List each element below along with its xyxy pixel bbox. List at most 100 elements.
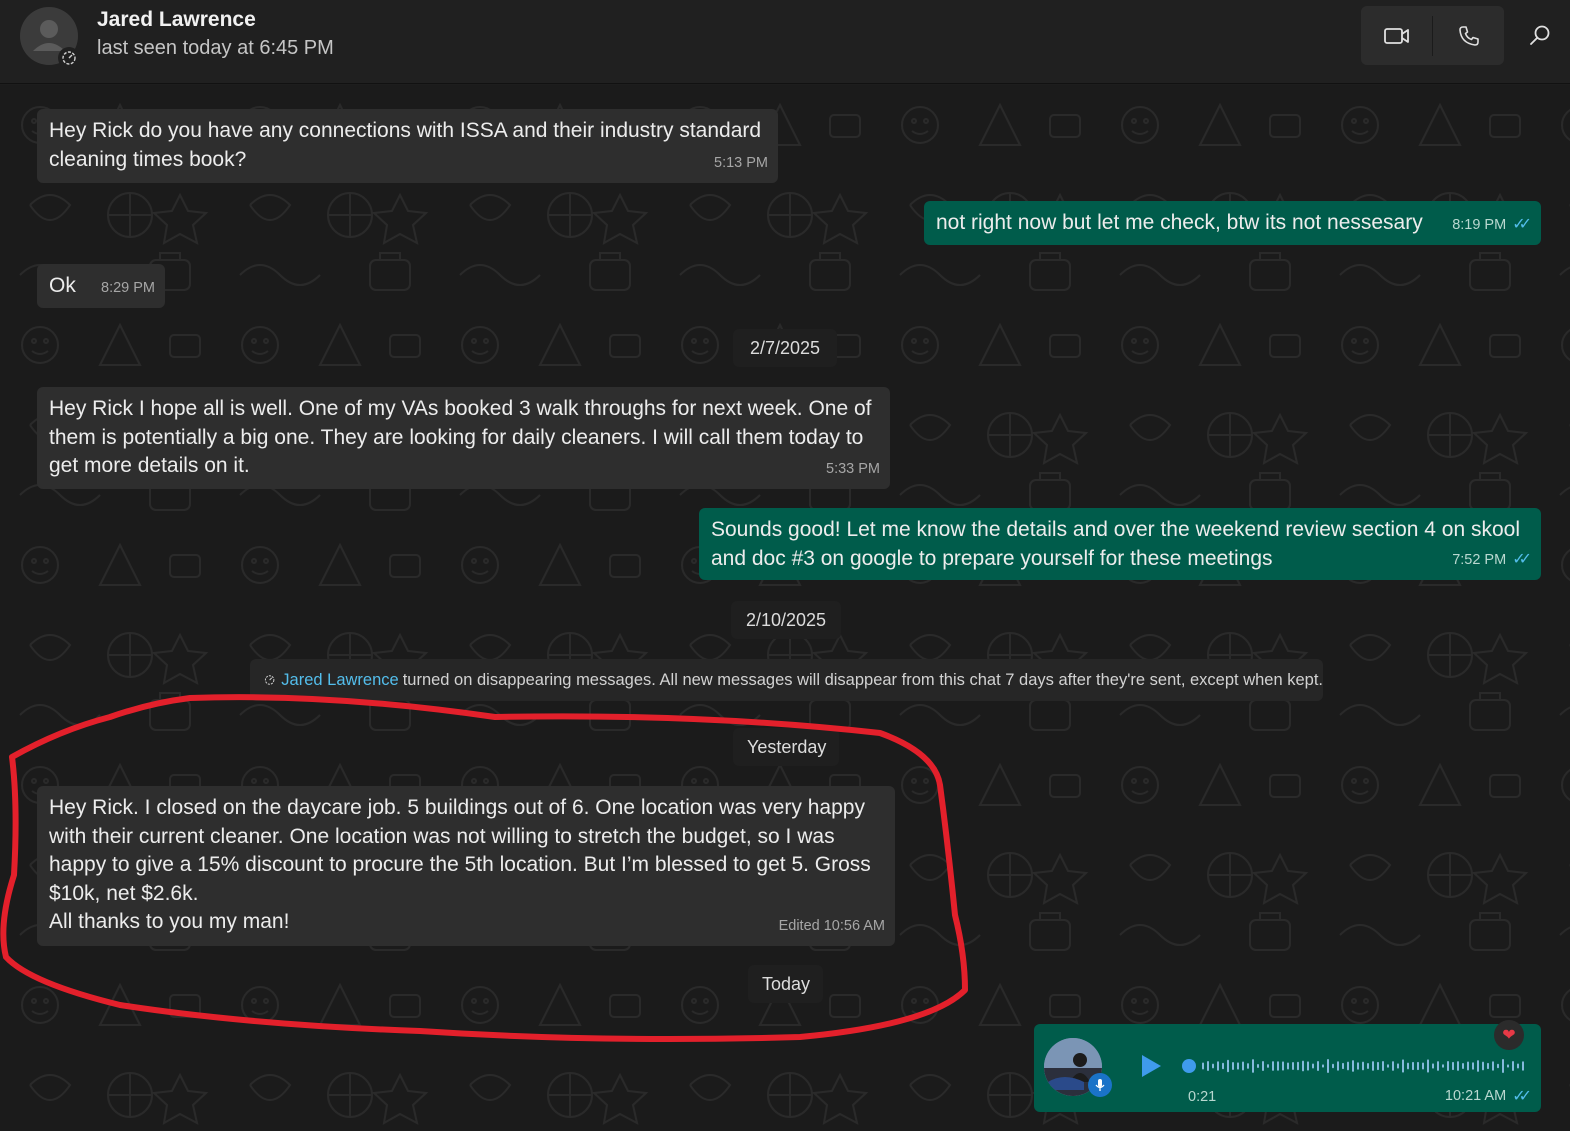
disappearing-timer-icon xyxy=(58,47,80,69)
waveform-bar xyxy=(1392,1061,1394,1071)
message-text-line: $10k, net $2.6k. xyxy=(49,881,199,905)
message-bubble-incoming[interactable]: Hey Rick do you have any connections wit… xyxy=(37,109,778,183)
waveform-bar xyxy=(1342,1062,1344,1070)
message-time: 5:33 PM xyxy=(826,460,880,477)
video-camera-icon xyxy=(1383,27,1409,44)
search-button[interactable] xyxy=(1524,20,1556,52)
waveform-bar xyxy=(1232,1062,1234,1070)
waveform-bar xyxy=(1492,1061,1494,1071)
message-time: 8:29 PM xyxy=(101,279,155,296)
waveform-bar xyxy=(1202,1062,1204,1070)
read-receipt-icon: ✓✓ xyxy=(1512,1088,1532,1105)
contact-name-link[interactable]: Jared Lawrence xyxy=(281,671,398,690)
message-bubble-incoming[interactable]: Hey Rick I hope all is well. One of my V… xyxy=(37,387,890,489)
waveform-bar xyxy=(1292,1061,1294,1071)
waveform-bar xyxy=(1332,1063,1334,1069)
waveform-bar xyxy=(1252,1059,1254,1073)
waveform-bar xyxy=(1467,1061,1469,1071)
disappearing-timer-icon xyxy=(264,675,275,685)
waveform-bar xyxy=(1282,1061,1284,1071)
waveform-bar xyxy=(1497,1063,1499,1069)
heart-reaction-icon[interactable]: ❤ xyxy=(1494,1020,1524,1050)
waveform-bar xyxy=(1362,1061,1364,1071)
waveform-bar xyxy=(1307,1061,1309,1071)
waveform-bar xyxy=(1397,1063,1399,1069)
waveform-bar xyxy=(1237,1062,1239,1070)
waveform-bar xyxy=(1462,1063,1464,1069)
date-separator: 2/10/2025 xyxy=(731,601,841,639)
message-text-line: Hey Rick. I closed on the daycare job. 5… xyxy=(49,796,865,819)
chat-header: Jared Lawrence last seen today at 6:45 P… xyxy=(0,0,1570,84)
message-text-line: cleaning times book? xyxy=(49,147,247,171)
disappearing-messages-notice: Jared Lawrence turned on disappearing me… xyxy=(250,659,1323,701)
message-bubble-outgoing[interactable]: Sounds good! Let me know the details and… xyxy=(699,508,1541,580)
waveform-bar xyxy=(1227,1059,1229,1073)
search-icon xyxy=(1530,25,1550,45)
waveform-bar xyxy=(1372,1061,1374,1071)
contact-avatar[interactable] xyxy=(20,7,80,69)
contact-name[interactable]: Jared Lawrence xyxy=(97,8,256,32)
waveform-bar xyxy=(1507,1064,1509,1068)
contact-status: last seen today at 6:45 PM xyxy=(97,37,334,59)
call-button-group xyxy=(1361,6,1504,65)
audio-waveform[interactable] xyxy=(1180,1048,1530,1084)
message-bubble-incoming[interactable]: Hey Rick. I closed on the daycare job. 5… xyxy=(37,786,895,946)
waveform-bar xyxy=(1387,1064,1389,1068)
waveform-bar xyxy=(1412,1061,1414,1071)
waveform-bar xyxy=(1222,1062,1224,1070)
message-text-line: them is potentially a big one. They are … xyxy=(49,425,864,449)
date-separator: Today xyxy=(748,965,823,1003)
waveform-bar xyxy=(1502,1059,1504,1073)
message-text-line: and doc #3 on google to prepare yourself… xyxy=(711,546,1273,570)
waveform-bar xyxy=(1247,1063,1249,1069)
read-receipt-icon: ✓✓ xyxy=(1512,215,1532,233)
play-icon xyxy=(1142,1055,1161,1077)
message-time: 8:19 PM xyxy=(1452,216,1507,233)
message-time: 5:13 PM xyxy=(714,154,768,171)
waveform-bar xyxy=(1317,1061,1319,1071)
message-text: not right now but let me check, btw its … xyxy=(936,211,1423,234)
waveform-bar xyxy=(1347,1061,1349,1071)
waveform-bar xyxy=(1212,1063,1214,1069)
waveform-bar xyxy=(1337,1061,1339,1071)
waveform-bar xyxy=(1287,1062,1289,1070)
waveform-bar xyxy=(1477,1060,1479,1072)
microphone-icon xyxy=(1088,1073,1112,1097)
waveform-bar xyxy=(1312,1063,1314,1069)
voice-call-button[interactable] xyxy=(1433,6,1504,65)
waveform-bar xyxy=(1277,1061,1279,1071)
waveform-bar xyxy=(1422,1062,1424,1070)
playback-handle[interactable] xyxy=(1182,1059,1196,1073)
message-bubble-outgoing[interactable]: not right now but let me check, btw its … xyxy=(924,201,1541,245)
voice-message-bubble[interactable]: 0:21 10:21 AM ✓✓ xyxy=(1034,1024,1541,1112)
message-text-line: All thanks to you my man! xyxy=(49,910,290,933)
message-time: Edited 10:56 AM xyxy=(778,917,885,934)
waveform-bar xyxy=(1427,1059,1429,1073)
date-separator: Yesterday xyxy=(733,728,839,766)
play-button[interactable] xyxy=(1138,1052,1164,1085)
message-bubble-incoming[interactable]: Ok 8:29 PM xyxy=(37,264,165,308)
waveform-bar xyxy=(1352,1060,1354,1072)
message-time: 10:21 AM xyxy=(1444,1088,1507,1104)
waveform-bar xyxy=(1242,1061,1244,1071)
message-text-line: with their current cleaner. One location… xyxy=(49,824,835,848)
video-call-button[interactable] xyxy=(1361,6,1432,65)
phone-icon xyxy=(1458,25,1479,46)
message-time: 7:52 PM xyxy=(1452,551,1507,568)
waveform-bar xyxy=(1367,1062,1369,1070)
message-text-line: happy to give a 15% discount to procure … xyxy=(49,853,871,876)
waveform-bar xyxy=(1357,1062,1359,1070)
waveform-bar xyxy=(1327,1059,1329,1073)
message-text-line: get more details on it. xyxy=(49,454,250,477)
waveform-bar xyxy=(1472,1062,1474,1070)
waveform-bar xyxy=(1257,1063,1259,1069)
waveform-bar xyxy=(1377,1061,1379,1071)
waveform-bar xyxy=(1322,1064,1324,1068)
waveform-bar xyxy=(1487,1062,1489,1070)
notice-text: turned on disappearing messages. All new… xyxy=(402,670,1323,689)
waveform-bar xyxy=(1382,1061,1384,1071)
waveform-bar xyxy=(1512,1061,1514,1071)
waveform-bar xyxy=(1522,1061,1524,1071)
date-separator: 2/7/2025 xyxy=(733,329,837,367)
waveform-bar xyxy=(1207,1061,1209,1071)
